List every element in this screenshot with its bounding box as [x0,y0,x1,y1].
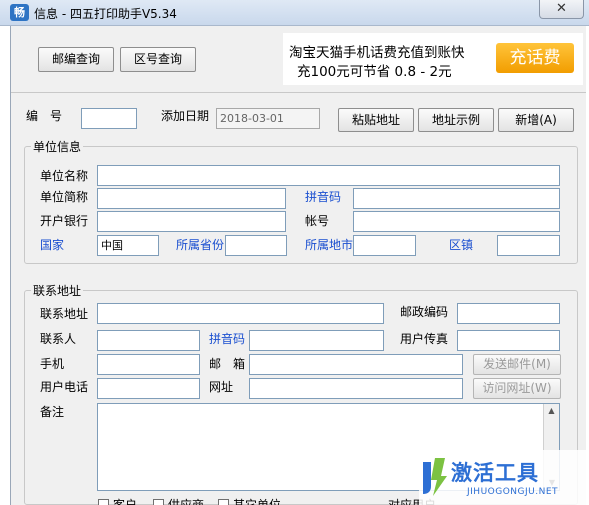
province-field[interactable] [225,235,287,256]
number-label: 编 号 [26,109,63,123]
website-field[interactable] [249,378,463,399]
date-label: 添加日期 [161,109,210,123]
contact-pinyin-label: 拼音码 [209,332,246,346]
bank-field[interactable] [97,211,286,232]
website-label: 网址 [209,380,234,394]
unit-short-field[interactable] [97,188,286,209]
watermark: 激活工具 JIHUOGONGJU.NET [419,450,589,505]
area-code-query-button[interactable]: 区号查询 [120,47,196,72]
account-field[interactable] [353,211,560,232]
other-unit-checkbox-label: 其它单位 [233,498,282,505]
address-example-button[interactable]: 地址示例 [418,108,494,132]
email-field[interactable] [249,354,463,375]
contact-pinyin-field[interactable] [249,330,384,351]
visit-website-button[interactable]: 访问网址(W) [473,378,561,399]
fax-field[interactable] [457,330,560,351]
contact-title: 联系地址 [31,282,84,299]
bank-label: 开户银行 [40,214,89,228]
district-label: 区镇 [449,238,474,252]
remark-label: 备注 [40,405,65,419]
city-label: 所属地市 [305,238,354,252]
paste-address-button[interactable]: 粘贴地址 [338,108,414,132]
zip-field[interactable] [457,303,560,324]
unit-name-label: 单位名称 [40,169,89,183]
number-field[interactable] [81,108,137,129]
close-button[interactable]: ✕ [539,0,584,19]
app-logo-icon: 畅 [10,4,29,21]
unit-short-label: 单位简称 [40,190,89,204]
unit-pinyin-label: 拼音码 [305,190,342,204]
contact-person-label: 联系人 [40,332,77,346]
phone-field[interactable] [97,378,200,399]
other-unit-checkbox[interactable] [218,499,229,505]
unit-info-title: 单位信息 [31,138,84,155]
ad-line-1: 淘宝天猫手机话费充值到账快 [289,45,465,61]
country-label: 国家 [40,238,65,252]
new-button[interactable]: 新增(A) [498,108,574,132]
customer-checkbox-label: 客户 [113,498,138,505]
unit-name-field[interactable] [97,165,560,186]
scroll-up-icon[interactable]: ▲ [544,404,559,418]
province-label: 所属省份 [176,238,225,252]
fax-label: 用户传真 [400,332,449,346]
zip-label: 邮政编码 [400,305,449,319]
zip-query-button[interactable]: 邮编查询 [38,47,114,72]
mobile-label: 手机 [40,357,65,371]
window-title: 信息 - 四五打印助手V5.34 [34,7,177,21]
ad-banner[interactable]: 淘宝天猫手机话费充值到账快 充100元可节省 0.8 - 2元 充话费 [283,33,583,85]
contact-address-label: 联系地址 [40,307,89,321]
contact-address-field[interactable] [97,303,384,324]
country-field[interactable]: 中国 [97,235,159,256]
city-field[interactable] [353,235,416,256]
watermark-main-text: 激活工具 [451,461,539,485]
account-label: 帐号 [305,214,330,228]
supplier-checkbox-label: 供应商 [168,498,205,505]
customer-checkbox[interactable] [98,499,109,505]
date-field[interactable]: 2018-03-01 [216,108,320,129]
ad-line-2: 充100元可节省 0.8 - 2元 [297,64,452,80]
separator [11,92,586,93]
watermark-logo-icon [419,456,449,498]
recharge-button[interactable]: 充话费 [496,43,574,73]
send-mail-button[interactable]: 发送邮件(M) [473,354,561,375]
contact-person-field[interactable] [97,330,200,351]
watermark-sub-text: JIHUOGONGJU.NET [467,487,559,497]
district-field[interactable] [497,235,560,256]
mobile-field[interactable] [97,354,200,375]
unit-pinyin-field[interactable] [353,188,560,209]
supplier-checkbox[interactable] [153,499,164,505]
email-label: 邮 箱 [209,357,246,371]
phone-label: 用户电话 [40,380,89,394]
